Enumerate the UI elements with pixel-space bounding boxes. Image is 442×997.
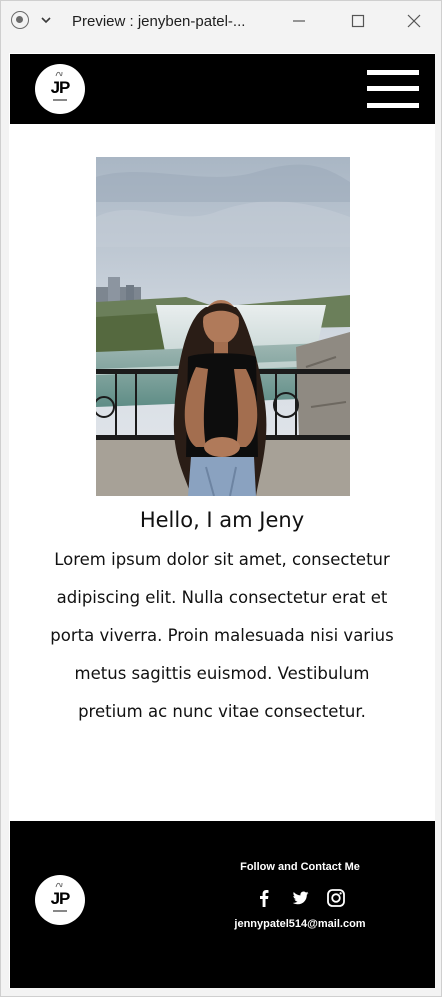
maximize-button[interactable] (343, 7, 373, 35)
window-title: Preview : jenyben-patel-... (72, 13, 246, 30)
page-viewport: JP Hello, I am Jeny Lorem ipsum dolor si… (9, 53, 435, 988)
hero-heading: Hello, I am Jeny (139, 508, 305, 532)
site-footer: JP Follow and Contact Me jennypatel514@m… (10, 821, 435, 988)
logo-tagline-mark (53, 99, 67, 101)
twitter-link[interactable] (289, 887, 311, 909)
menu-bar-icon (367, 86, 419, 91)
instagram-link[interactable] (325, 887, 347, 909)
facebook-icon (260, 890, 269, 907)
close-icon (407, 14, 421, 28)
close-button[interactable] (399, 7, 429, 35)
intro-paragraph: Lorem ipsum dolor sit amet, consectetur … (50, 550, 394, 721)
menu-bar-icon (367, 70, 419, 75)
footer-contact: Follow and Contact Me jennypatel514@mail… (200, 861, 400, 930)
minimize-button[interactable] (284, 7, 314, 35)
site-logo[interactable]: JP (35, 64, 85, 114)
maximize-icon (351, 14, 365, 28)
menu-button[interactable] (367, 68, 419, 110)
logo-signature-mark (55, 882, 63, 888)
twitter-icon (292, 891, 309, 905)
social-links (200, 887, 400, 909)
logo-monogram: JP (50, 889, 71, 908)
menu-bar-icon (367, 103, 419, 108)
facebook-link[interactable] (253, 887, 275, 909)
footer-logo[interactable]: JP (35, 875, 85, 925)
minimize-icon (293, 20, 305, 22)
logo-monogram: JP (50, 78, 71, 97)
title-bar: Preview : jenyben-patel-... (1, 1, 441, 43)
profile-photo (96, 157, 350, 496)
chevron-down-icon[interactable] (39, 13, 53, 27)
logo-tagline-mark (53, 910, 67, 912)
logo-signature-mark (55, 71, 63, 77)
record-icon[interactable] (11, 11, 29, 29)
instagram-icon (327, 889, 345, 907)
email-link[interactable]: jennypatel514@mail.com (200, 918, 400, 930)
follow-heading: Follow and Contact Me (240, 861, 360, 873)
browser-preview-window: Preview : jenyben-patel-... JP Hello, I … (0, 0, 442, 997)
site-header: JP (10, 54, 435, 124)
